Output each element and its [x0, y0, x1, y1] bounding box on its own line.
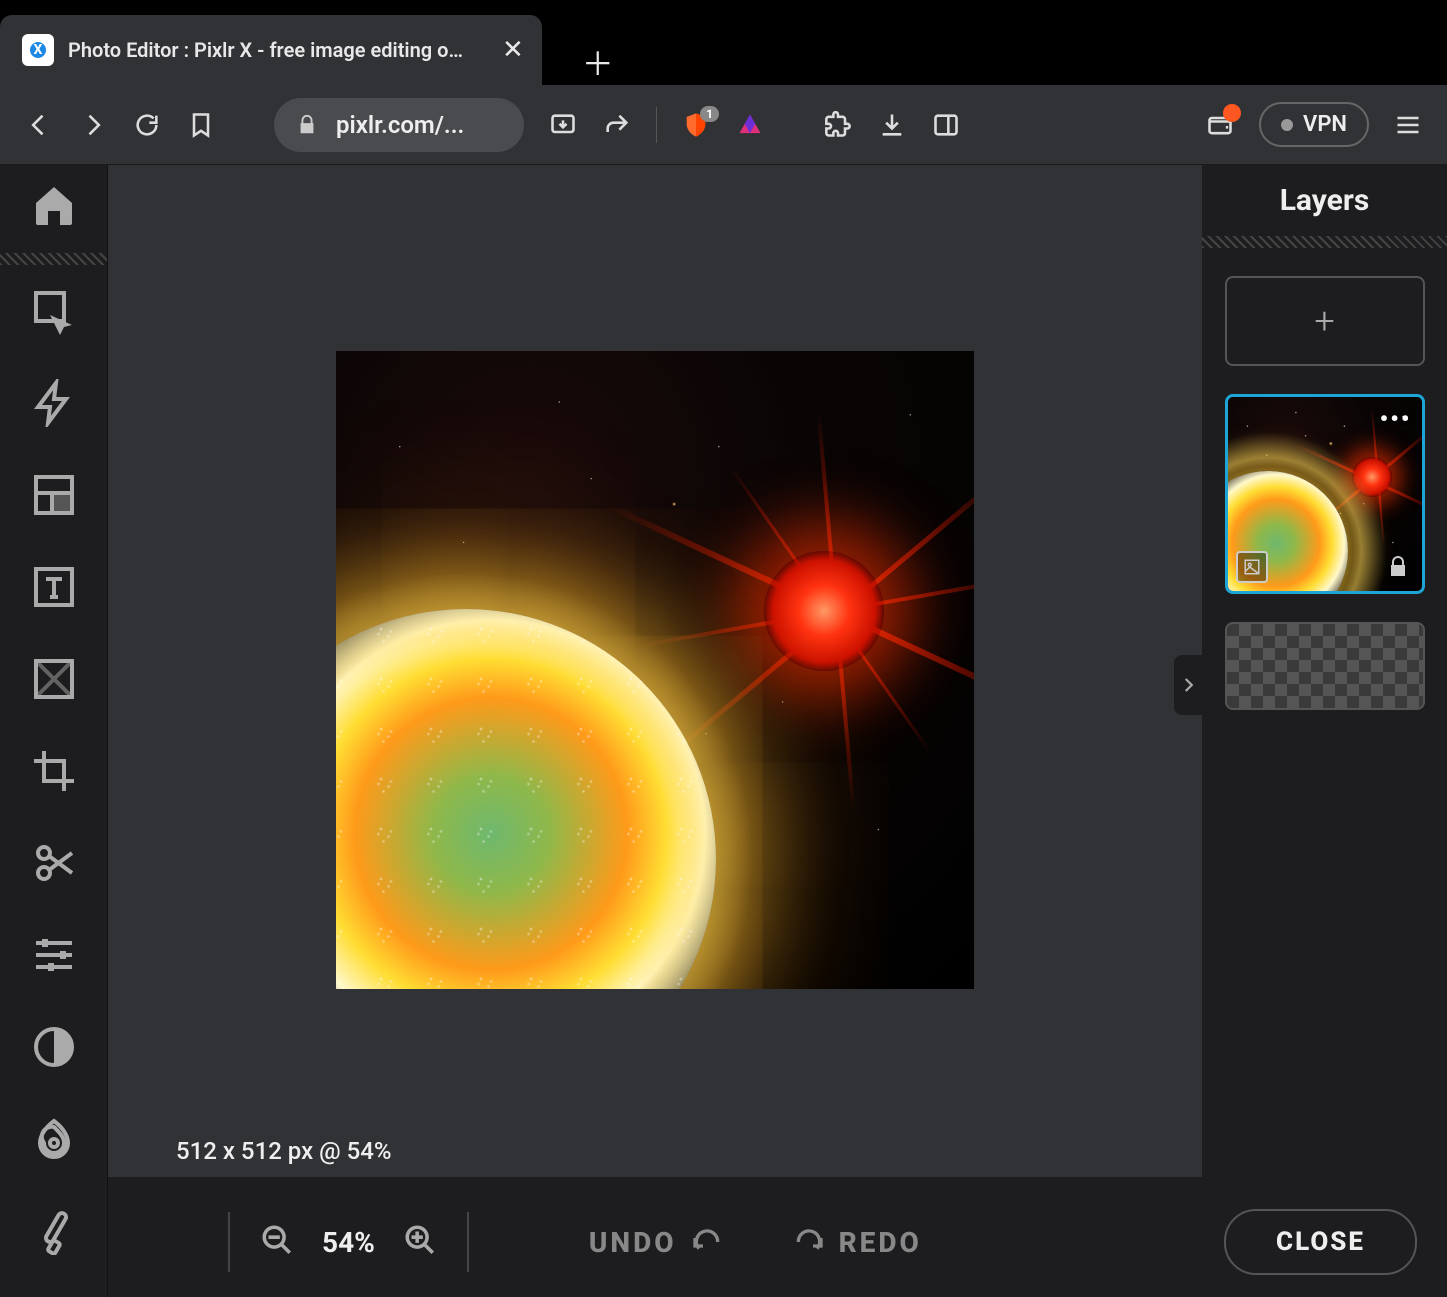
close-button[interactable]: CLOSE — [1224, 1209, 1417, 1275]
downloads-icon[interactable] — [877, 110, 907, 140]
redo-label: REDO — [839, 1226, 922, 1259]
wallet-icon[interactable] — [1205, 110, 1235, 140]
layer-item-empty[interactable] — [1225, 622, 1425, 710]
browser-toolbar: pixlr.com/... 1 VPN — [0, 85, 1447, 165]
canvas-info-text: 512 x 512 px @ 54% — [176, 1137, 392, 1165]
undo-icon — [691, 1226, 723, 1258]
canvas-image[interactable] — [336, 351, 974, 989]
zoom-value[interactable]: 54% — [322, 1226, 375, 1259]
add-text-tool[interactable] — [22, 555, 86, 619]
extensions-icon[interactable] — [823, 110, 853, 140]
vpn-label: VPN — [1303, 112, 1347, 137]
window-controls — [1231, 30, 1447, 55]
bottom-bar: 54% UNDO REDO CLOSE — [108, 1187, 1447, 1297]
add-layer-button[interactable]: + — [1225, 276, 1425, 366]
canvas-area[interactable]: 512 x 512 px @ 54% — [108, 165, 1202, 1177]
separator — [228, 1212, 230, 1272]
panel-collapse-button[interactable] — [1174, 655, 1202, 715]
liquify-tool[interactable] — [22, 1107, 86, 1171]
add-element-tool[interactable] — [22, 647, 86, 711]
ai-tools-button[interactable] — [22, 371, 86, 435]
layer-type-image-icon — [1236, 551, 1268, 583]
crop-tool[interactable] — [22, 739, 86, 803]
nav-reload-button[interactable] — [132, 110, 162, 140]
brave-shield-icon[interactable]: 1 — [681, 110, 711, 140]
browser-tab-active[interactable]: X Photo Editor : Pixlr X - free image ed… — [0, 15, 542, 85]
separator — [656, 107, 657, 143]
layer-options-icon[interactable]: ••• — [1380, 405, 1412, 433]
tab-title: Photo Editor : Pixlr X - free image edit… — [68, 38, 468, 62]
vpn-button[interactable]: VPN — [1259, 102, 1369, 147]
url-text: pixlr.com/... — [336, 111, 464, 139]
redo-button[interactable]: REDO — [773, 1226, 942, 1259]
new-tab-button[interactable]: ＋ — [582, 39, 614, 85]
brave-rewards-icon[interactable] — [735, 110, 765, 140]
share-icon[interactable] — [602, 110, 632, 140]
undo-label: UNDO — [589, 1226, 677, 1259]
tab-close-icon[interactable]: ✕ — [502, 35, 524, 65]
layout-tool[interactable] — [22, 463, 86, 527]
address-bar[interactable]: pixlr.com/... — [274, 98, 524, 152]
browser-menu-icon[interactable] — [1393, 110, 1423, 140]
panel-divider — [1202, 236, 1447, 248]
bookmark-icon[interactable] — [186, 110, 216, 140]
arrange-tool[interactable] — [22, 279, 86, 343]
home-button[interactable] — [22, 173, 86, 237]
redo-icon — [793, 1226, 825, 1258]
right-panel: Layers + ••• — [1202, 165, 1447, 1297]
tab-favicon: X — [22, 34, 54, 66]
layer-lock-icon[interactable] — [1386, 555, 1414, 583]
zoom-controls: 54% — [260, 1223, 437, 1261]
cutout-tool[interactable] — [22, 831, 86, 895]
install-app-icon[interactable] — [548, 110, 578, 140]
retouch-tool[interactable] — [22, 1199, 86, 1263]
undo-button[interactable]: UNDO — [569, 1226, 743, 1259]
nav-forward-button[interactable] — [78, 110, 108, 140]
sidebar-icon[interactable] — [931, 110, 961, 140]
toolbar-divider — [0, 253, 107, 265]
adjust-tool[interactable] — [22, 923, 86, 987]
layer-item-selected[interactable]: ••• — [1225, 394, 1425, 594]
zoom-in-button[interactable] — [403, 1223, 437, 1261]
left-toolbar — [0, 165, 108, 1297]
filter-tool[interactable] — [22, 1015, 86, 1079]
shield-count-badge: 1 — [700, 106, 719, 122]
pixlr-app: 512 x 512 px @ 54% Layers + ••• — [0, 165, 1447, 1297]
layers-panel-title: Layers — [1280, 183, 1370, 218]
separator — [467, 1212, 469, 1272]
lock-icon — [296, 114, 318, 136]
browser-tab-strip: X Photo Editor : Pixlr X - free image ed… — [0, 0, 1447, 85]
zoom-out-button[interactable] — [260, 1223, 294, 1261]
nav-back-button[interactable] — [24, 110, 54, 140]
